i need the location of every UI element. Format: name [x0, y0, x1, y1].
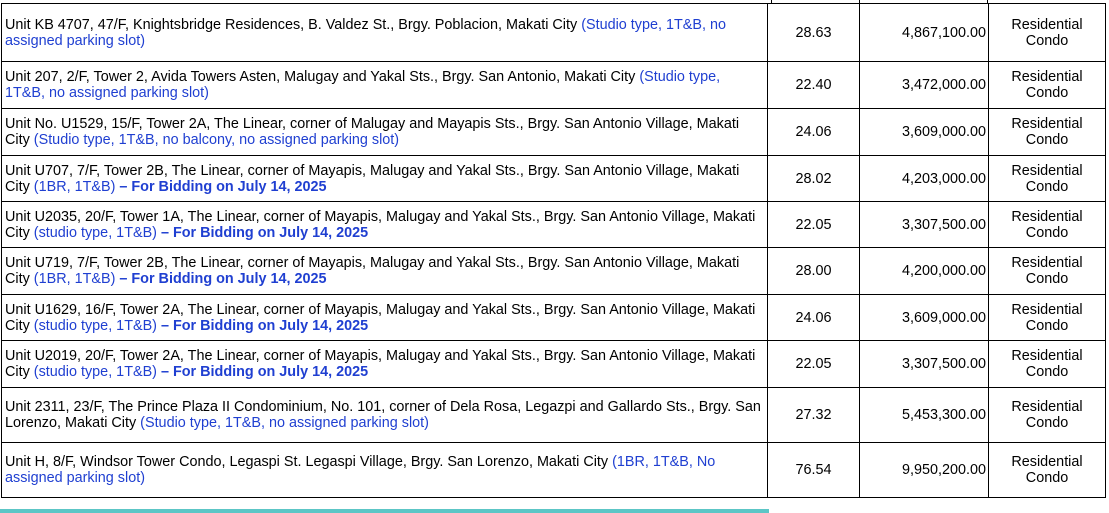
property-listing-table: Unit KB 4707, 47/F, Knightsbridge Reside…: [1, 3, 1106, 498]
price-cell: 3,307,500.00: [859, 201, 989, 248]
floor-area-cell: 22.05: [767, 201, 860, 248]
property-note: (studio type, 1T&B): [33, 364, 157, 380]
property-type-cell: Residential Condo: [988, 108, 1106, 156]
property-note: (studio type, 1T&B): [33, 317, 157, 334]
floor-area-cell: 28.63: [767, 3, 860, 62]
floor-area-cell: 22.40: [767, 61, 860, 109]
table-row: Unit KB 4707, 47/F, Knightsbridge Reside…: [1, 3, 1106, 62]
property-type-line: Residential: [1011, 399, 1083, 415]
property-type-cell: Residential Condo: [988, 340, 1106, 388]
table-body: Unit KB 4707, 47/F, Knightsbridge Reside…: [1, 3, 1106, 498]
property-type-line: Residential: [1011, 255, 1083, 271]
floor-area-cell: 24.06: [767, 108, 860, 156]
price-cell: 4,867,100.00: [859, 3, 989, 62]
floor-area-cell: 22.05: [767, 340, 860, 388]
document-page: Unit KB 4707, 47/F, Knightsbridge Reside…: [0, 0, 1109, 513]
table-row: Unit U2035, 20/F, Tower 1A, The Linear, …: [1, 201, 1106, 248]
property-note: (studio type, 1T&B): [33, 224, 157, 241]
property-type-line: Condo: [1025, 32, 1069, 49]
property-description-cell: Unit H, 8/F, Windsor Tower Condo, Legasp…: [1, 442, 768, 498]
property-address: Unit 207, 2/F, Tower 2, Avida Towers Ast…: [5, 69, 636, 85]
property-type-line: Residential: [1011, 348, 1083, 364]
property-description-cell: Unit No. U1529, 15/F, Tower 2A, The Line…: [1, 108, 768, 156]
property-type-line: Condo: [1025, 415, 1069, 431]
property-address: Unit KB 4707, 47/F, Knightsbridge Reside…: [5, 16, 578, 33]
bidding-notice: – For Bidding on July 14, 2025: [119, 178, 327, 195]
property-type-cell: Residential Condo: [988, 3, 1106, 62]
price-cell: 4,203,000.00: [859, 155, 989, 202]
property-address: Unit H, 8/F, Windsor Tower Condo, Legasp…: [5, 454, 609, 470]
property-description-cell: Unit U719, 7/F, Tower 2B, The Linear, co…: [1, 247, 768, 295]
property-description-cell: Unit U1629, 16/F, Tower 2A, The Linear, …: [1, 294, 768, 341]
property-note: (1BR, 1T&B): [33, 271, 116, 287]
table-row: Unit 207, 2/F, Tower 2, Avida Towers Ast…: [1, 61, 1106, 109]
property-type-cell: Residential Condo: [988, 387, 1106, 443]
property-note: (Studio type, 1T&B, no balcony, no assig…: [33, 132, 400, 148]
floor-area-cell: 28.00: [767, 247, 860, 295]
floor-area-cell: 28.02: [767, 155, 860, 202]
property-type-line: Residential: [1011, 162, 1083, 179]
property-type-line: Residential: [1011, 208, 1083, 225]
property-address: Unit U719, 7/F, Tower 2B, The Linear, co…: [5, 255, 740, 287]
property-description-cell: Unit U707, 7/F, Tower 2B, The Linear, co…: [1, 155, 768, 202]
floor-area-cell: 27.32: [767, 387, 860, 443]
bidding-notice: – For Bidding on July 14, 2025: [160, 364, 369, 380]
property-type-line: Condo: [1025, 271, 1069, 287]
bidding-notice: – For Bidding on July 14, 2025: [160, 317, 369, 334]
property-type-line: Residential: [1011, 69, 1083, 85]
property-type-line: Condo: [1025, 178, 1069, 195]
price-cell: 3,609,000.00: [859, 294, 989, 341]
table-row: Unit H, 8/F, Windsor Tower Condo, Legasp…: [1, 442, 1106, 498]
price-cell: 5,453,300.00: [859, 387, 989, 443]
property-type-cell: Residential Condo: [988, 294, 1106, 341]
bidding-notice: – For Bidding on July 14, 2025: [160, 224, 369, 241]
property-address: Unit U707, 7/F, Tower 2B, The Linear, co…: [5, 162, 740, 195]
property-description-cell: Unit 207, 2/F, Tower 2, Avida Towers Ast…: [1, 61, 768, 109]
property-note: (Studio type, 1T&B, no assigned parking …: [140, 415, 429, 431]
property-type-line: Residential: [1011, 454, 1083, 470]
property-type-line: Residential: [1011, 16, 1083, 33]
property-type-cell: Residential Condo: [988, 61, 1106, 109]
property-type-line: Condo: [1025, 224, 1069, 241]
property-type-line: Condo: [1025, 85, 1069, 101]
property-type-cell: Residential Condo: [988, 201, 1106, 248]
price-cell: 9,950,200.00: [859, 442, 989, 498]
price-cell: 4,200,000.00: [859, 247, 989, 295]
property-description-cell: Unit U2035, 20/F, Tower 1A, The Linear, …: [1, 201, 768, 248]
property-type-line: Condo: [1025, 132, 1069, 148]
price-cell: 3,472,000.00: [859, 61, 989, 109]
property-type-cell: Residential Condo: [988, 247, 1106, 295]
table-row: Unit 2311, 23/F, The Prince Plaza II Con…: [1, 387, 1106, 443]
floor-area-cell: 24.06: [767, 294, 860, 341]
table-row: Unit U707, 7/F, Tower 2B, The Linear, co…: [1, 155, 1106, 202]
table-row: Unit U2019, 20/F, Tower 2A, The Linear, …: [1, 340, 1106, 388]
bidding-notice: – For Bidding on July 14, 2025: [119, 271, 327, 287]
property-type-cell: Residential Condo: [988, 442, 1106, 498]
bottom-border-strip: [0, 509, 769, 513]
price-cell: 3,609,000.00: [859, 108, 989, 156]
property-type-line: Residential: [1011, 116, 1083, 132]
property-type-line: Condo: [1025, 470, 1069, 486]
table-row: Unit U1629, 16/F, Tower 2A, The Linear, …: [1, 294, 1106, 341]
floor-area-cell: 76.54: [767, 442, 860, 498]
table-row: Unit U719, 7/F, Tower 2B, The Linear, co…: [1, 247, 1106, 295]
property-description-cell: Unit KB 4707, 47/F, Knightsbridge Reside…: [1, 3, 768, 62]
property-description-cell: Unit U2019, 20/F, Tower 2A, The Linear, …: [1, 340, 768, 388]
property-type-line: Residential: [1011, 301, 1083, 318]
table-row: Unit No. U1529, 15/F, Tower 2A, The Line…: [1, 108, 1106, 156]
property-type-cell: Residential Condo: [988, 155, 1106, 202]
property-type-line: Condo: [1025, 317, 1069, 334]
property-description-cell: Unit 2311, 23/F, The Prince Plaza II Con…: [1, 387, 768, 443]
price-cell: 3,307,500.00: [859, 340, 989, 388]
property-type-line: Condo: [1025, 364, 1069, 380]
property-note: (1BR, 1T&B): [33, 178, 116, 195]
